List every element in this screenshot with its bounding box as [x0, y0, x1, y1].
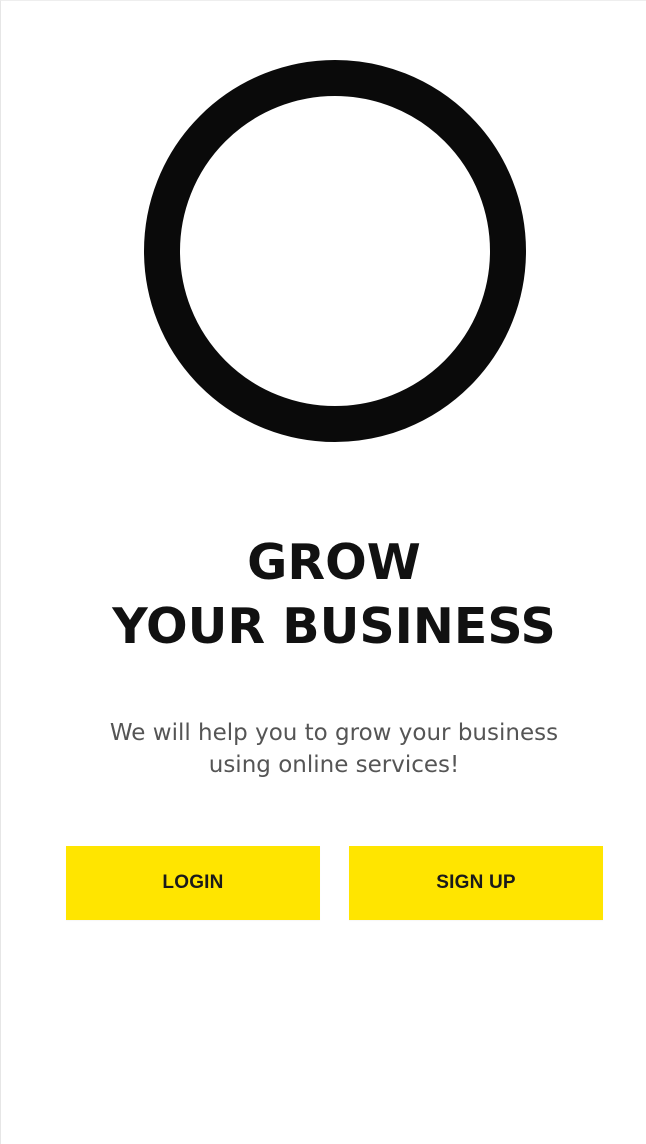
subtitle-line-2: using online services! — [208, 752, 460, 778]
login-button[interactable]: LOGIN — [66, 846, 320, 920]
headline-line-2: YOUR BUSINESS — [112, 598, 556, 655]
sign-up-button[interactable]: SIGN UP — [349, 846, 603, 920]
subtitle-line-1: We will help you to grow your business — [109, 720, 559, 746]
page-title: GROW YOUR BUSINESS — [1, 531, 646, 659]
ring-logo-icon — [143, 59, 527, 443]
subtitle-text: We will help you to grow your business u… — [1, 717, 646, 781]
welcome-screen: GROW YOUR BUSINESS We will help you to g… — [0, 0, 646, 1144]
headline-line-1: GROW — [247, 534, 421, 591]
